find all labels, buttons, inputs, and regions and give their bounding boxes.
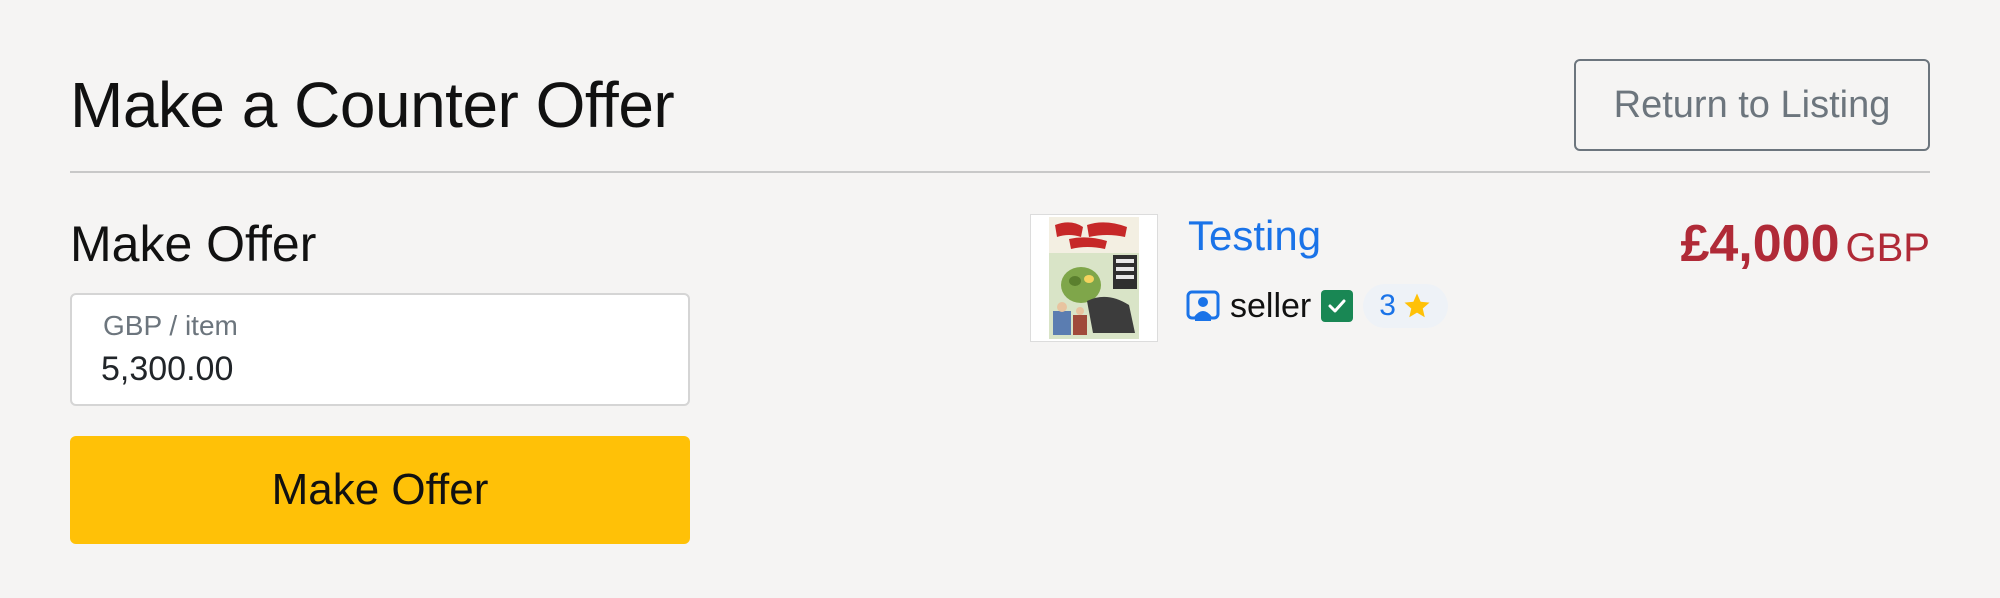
offer-amount-input[interactable] bbox=[101, 347, 641, 391]
offer-amount-label: GBP / item bbox=[103, 310, 238, 341]
checkmark-icon bbox=[1328, 299, 1346, 313]
rating-count: 3 bbox=[1379, 289, 1396, 322]
listing-title-link[interactable]: Testing bbox=[1188, 212, 1321, 260]
make-offer-heading: Make Offer bbox=[70, 216, 317, 272]
verified-seller-badge bbox=[1321, 290, 1354, 322]
offer-amount-field[interactable]: GBP / item bbox=[70, 293, 690, 406]
comic-cover-image bbox=[1031, 215, 1157, 341]
page-title: Make a Counter Offer bbox=[70, 69, 675, 141]
listing-price: £4,000 GBP bbox=[1680, 214, 1930, 274]
return-to-listing-button[interactable]: Return to Listing bbox=[1574, 59, 1930, 151]
seller-profile-icon[interactable] bbox=[1186, 289, 1220, 323]
price-currency: GBP bbox=[1845, 226, 1930, 270]
seller-info: seller 3 bbox=[1186, 284, 1448, 328]
price-amount: £4,000 bbox=[1680, 215, 1840, 273]
make-offer-button[interactable]: Make Offer bbox=[70, 436, 690, 544]
star-icon bbox=[1402, 291, 1432, 321]
seller-name[interactable]: seller bbox=[1230, 287, 1311, 326]
seller-rating[interactable]: 3 bbox=[1363, 284, 1448, 328]
listing-thumbnail[interactable] bbox=[1030, 214, 1158, 342]
header-divider bbox=[70, 171, 1930, 173]
